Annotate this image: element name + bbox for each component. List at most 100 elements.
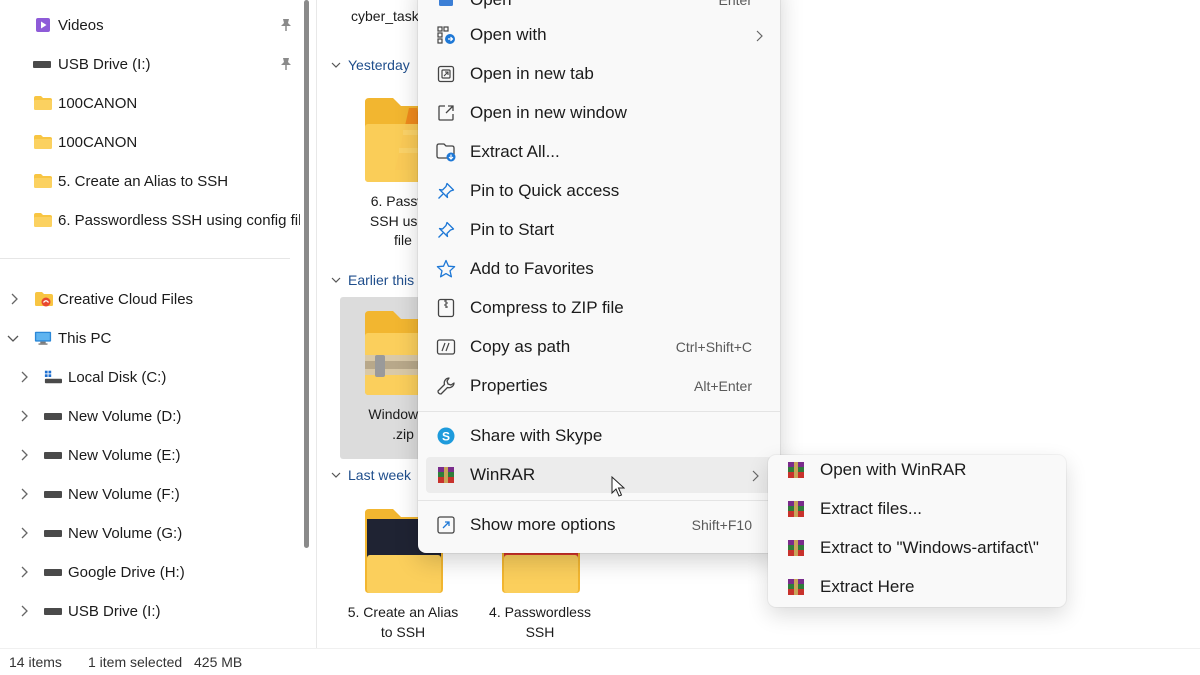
tile-label-line: to SSH xyxy=(380,623,426,640)
tile-label-line: 4. Passwordless xyxy=(489,604,591,620)
pin-start-icon xyxy=(436,220,456,240)
chevron-right-icon[interactable] xyxy=(18,449,30,461)
menu-item-show-more-options[interactable]: Show more options Shift+F10 xyxy=(426,507,772,543)
menu-item-compress-zip[interactable]: Compress to ZIP file xyxy=(426,290,772,326)
drive-icon xyxy=(44,486,62,502)
menu-item-share-skype[interactable]: S Share with Skype xyxy=(426,418,772,454)
sidebar-item-local-disk-c[interactable]: Local Disk (C:) xyxy=(0,361,300,393)
navigation-pane: Videos USB Drive (I:) 100CANON 100CANON … xyxy=(0,0,300,648)
chevron-right-icon[interactable] xyxy=(18,488,30,500)
drive-icon xyxy=(44,564,62,580)
menu-item-copy-as-path[interactable]: Copy as path Ctrl+Shift+C xyxy=(426,329,772,365)
sidebar-item-create-alias-ssh[interactable]: 5. Create an Alias to SSH xyxy=(0,165,300,197)
sidebar-item-label: 100CANON xyxy=(58,94,138,112)
winrar-icon xyxy=(786,577,806,597)
sidebar-item-100canon[interactable]: 100CANON xyxy=(0,87,300,119)
sidebar-item-new-volume-d[interactable]: New Volume (D:) xyxy=(0,400,300,432)
sidebar-item-google-drive-h[interactable]: Google Drive (H:) xyxy=(0,556,300,588)
menu-item-label: Open in new tab xyxy=(470,64,594,83)
submenu-item-extract-files[interactable]: Extract files... xyxy=(774,491,1060,527)
menu-item-label: WinRAR xyxy=(470,465,536,484)
pin-icon[interactable] xyxy=(280,57,292,71)
tile-label-line: SSH xyxy=(525,623,555,640)
sidebar-item-this-pc[interactable]: This PC xyxy=(0,322,300,354)
menu-item-extract-all[interactable]: Extract All... xyxy=(426,134,772,170)
selection-info: 1 item selected xyxy=(88,654,183,670)
menu-item-label: Compress to ZIP file xyxy=(470,298,624,317)
winrar-submenu: Open with WinRAR Extract files... Extrac… xyxy=(768,455,1066,607)
pin-icon[interactable] xyxy=(280,18,292,32)
sidebar-item-passwordless-ssh-config[interactable]: 6. Passwordless SSH using config file xyxy=(0,204,300,236)
pane-divider[interactable] xyxy=(316,0,317,648)
sidebar-item-label: New Volume (D:) xyxy=(68,407,182,425)
chevron-right-icon[interactable] xyxy=(18,566,30,578)
chevron-right-icon[interactable] xyxy=(18,605,30,617)
menu-separator xyxy=(418,411,780,412)
menu-item-open[interactable]: Open Enter xyxy=(426,0,772,18)
group-header-yesterday[interactable]: Yesterday xyxy=(330,57,410,73)
menu-item-label: Pin to Start xyxy=(470,220,555,239)
sidebar-item-label: 100CANON xyxy=(58,133,138,151)
chevron-right-icon xyxy=(750,469,760,482)
sidebar-scrollbar[interactable] xyxy=(304,0,309,548)
menu-item-shortcut: Shift+F10 xyxy=(691,517,752,533)
wrench-icon xyxy=(436,376,456,396)
sidebar-item-usb-drive-i[interactable]: USB Drive (I:) xyxy=(0,595,300,627)
sidebar-item-usb-drive[interactable]: USB Drive (I:) xyxy=(0,48,300,80)
chevron-down-icon xyxy=(331,277,341,283)
videos-icon xyxy=(34,17,52,33)
chevron-down-icon[interactable] xyxy=(7,332,19,344)
sidebar-item-label: Google Drive (H:) xyxy=(68,563,185,581)
menu-item-pin-start[interactable]: Pin to Start xyxy=(426,212,772,248)
svg-text:S: S xyxy=(442,430,450,444)
chevron-right-icon[interactable] xyxy=(8,293,20,305)
folder-icon xyxy=(34,173,52,189)
menu-item-label: Pin to Quick access xyxy=(470,181,620,200)
folder-icon xyxy=(34,95,52,111)
chevron-right-icon[interactable] xyxy=(18,410,30,422)
submenu-item-open-with-winrar[interactable]: Open with WinRAR xyxy=(774,452,1060,488)
menu-item-label: Copy as path xyxy=(470,337,571,356)
menu-item-add-favorites[interactable]: Add to Favorites xyxy=(426,251,772,287)
skype-icon: S xyxy=(436,426,456,446)
group-header-last-week[interactable]: Last week xyxy=(330,467,411,483)
star-icon xyxy=(436,259,456,279)
menu-item-open-new-tab[interactable]: Open in new tab xyxy=(426,56,772,92)
menu-item-shortcut: Alt+Enter xyxy=(694,378,752,394)
menu-item-open-new-window[interactable]: Open in new window xyxy=(426,95,772,131)
file-name[interactable]: cyber_task xyxy=(351,8,419,24)
winrar-icon xyxy=(786,460,806,480)
sidebar-item-creative-cloud[interactable]: Creative Cloud Files xyxy=(0,283,300,315)
winrar-icon xyxy=(786,538,806,558)
chevron-right-icon[interactable] xyxy=(18,527,30,539)
new-tab-icon xyxy=(436,64,456,84)
chevron-right-icon xyxy=(754,29,764,42)
sidebar-item-new-volume-e[interactable]: New Volume (E:) xyxy=(0,439,300,471)
status-bar: 14 items 1 item selected 425 MB xyxy=(0,648,1200,675)
sidebar-item-label: Videos xyxy=(58,16,104,34)
menu-item-winrar[interactable]: WinRAR xyxy=(426,457,772,493)
menu-item-label: Extract All... xyxy=(470,142,560,161)
menu-item-properties[interactable]: Properties Alt+Enter xyxy=(426,368,772,404)
sidebar-item-label: 6. Passwordless SSH using config file xyxy=(58,211,300,229)
sidebar-item-label: This PC xyxy=(58,329,112,347)
open-icon xyxy=(436,0,456,10)
chevron-down-icon xyxy=(331,472,341,478)
menu-item-pin-quick-access[interactable]: Pin to Quick access xyxy=(426,173,772,209)
submenu-item-extract-to-folder[interactable]: Extract to "Windows-artifact\" xyxy=(774,530,1060,566)
mouse-cursor-icon xyxy=(611,476,625,497)
group-label: Yesterday xyxy=(348,57,410,73)
submenu-item-extract-here[interactable]: Extract Here xyxy=(774,569,1060,605)
sidebar-item-new-volume-f[interactable]: New Volume (F:) xyxy=(0,478,300,510)
submenu-item-label: Extract Here xyxy=(820,577,915,596)
sidebar-item-new-volume-g[interactable]: New Volume (G:) xyxy=(0,517,300,549)
submenu-item-label: Extract to "Windows-artifact\" xyxy=(820,538,1039,557)
sidebar-item-100canon[interactable]: 100CANON xyxy=(0,126,300,158)
chevron-right-icon[interactable] xyxy=(18,371,30,383)
menu-item-open-with[interactable]: Open with xyxy=(426,17,772,53)
group-label: Earlier this xyxy=(348,272,415,288)
group-header-earlier[interactable]: Earlier this xyxy=(330,272,414,288)
sidebar-item-label: New Volume (E:) xyxy=(68,446,181,464)
sidebar-item-videos[interactable]: Videos xyxy=(0,9,300,41)
submenu-item-label: Open with WinRAR xyxy=(820,460,967,479)
